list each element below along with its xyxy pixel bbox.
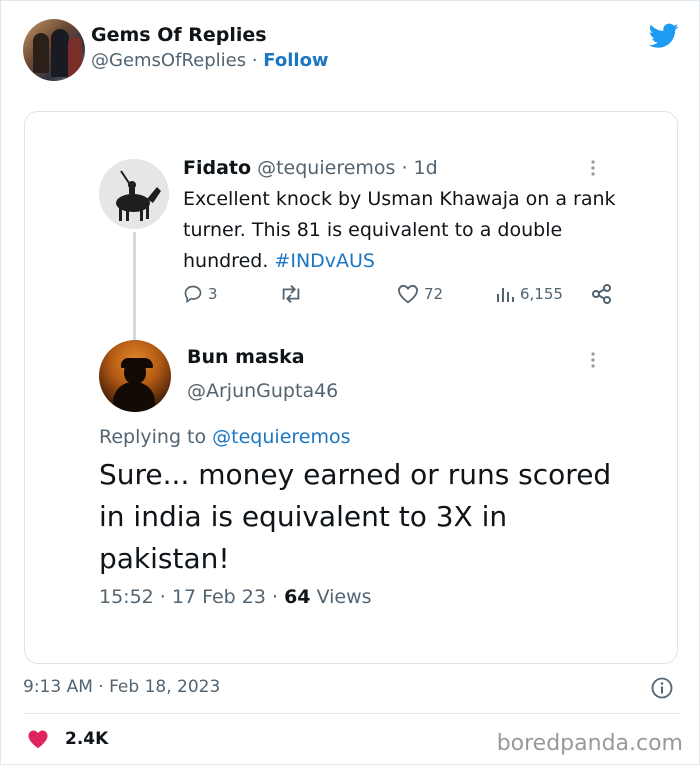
reply-tweet-text: Sure... money earned or runs scored in i… bbox=[99, 458, 612, 575]
share-action[interactable] bbox=[591, 284, 613, 304]
follow-button[interactable]: Follow bbox=[263, 50, 328, 71]
replying-prefix: Replying to bbox=[99, 426, 207, 448]
twitter-bird-icon[interactable] bbox=[649, 23, 679, 49]
reply-author-name[interactable]: Bun maska bbox=[187, 346, 305, 368]
views-action[interactable]: 6,155 bbox=[495, 284, 563, 304]
quoted-author-line: Fidato @tequieremos · 1d bbox=[183, 157, 438, 179]
share-icon bbox=[592, 284, 611, 304]
thread-connector-line bbox=[133, 232, 136, 340]
tweet-actions-bar: 3 72 6,155 bbox=[183, 284, 623, 312]
reply-action[interactable]: 3 bbox=[183, 284, 218, 304]
retweet-action[interactable] bbox=[279, 284, 303, 304]
more-options-icon[interactable] bbox=[585, 349, 601, 371]
heart-icon[interactable] bbox=[27, 729, 49, 749]
like-heart-outline-icon bbox=[397, 284, 419, 304]
hashtag-link[interactable]: #INDvAUS bbox=[274, 250, 375, 272]
info-icon[interactable] bbox=[651, 677, 673, 699]
footer-divider bbox=[23, 713, 679, 714]
embedded-screenshot: Fidato @tequieremos · 1d Excellent knock… bbox=[24, 111, 678, 664]
quoted-avatar[interactable] bbox=[99, 159, 169, 229]
author-name[interactable]: Gems Of Replies bbox=[91, 24, 267, 46]
reply-timestamp[interactable]: 15:52 · 17 Feb 23 · bbox=[99, 586, 278, 608]
like-count-total: 2.4K bbox=[65, 729, 109, 749]
reply-views-count: 64 bbox=[284, 586, 311, 608]
more-options-icon[interactable] bbox=[585, 157, 601, 179]
tweet-header: Gems Of Replies @GemsOfReplies · Follow bbox=[23, 19, 683, 83]
reply-count: 3 bbox=[208, 285, 218, 303]
like-action[interactable]: 72 bbox=[397, 284, 443, 304]
tweet-card: Gems Of Replies @GemsOfReplies · Follow bbox=[0, 0, 700, 765]
quoted-tweet-text: Excellent knock by Usman Khawaja on a ra… bbox=[183, 184, 623, 277]
reply-views-label: Views bbox=[316, 586, 372, 608]
reply-author-handle[interactable]: @ArjunGupta46 bbox=[187, 380, 338, 402]
author-handle-line: @GemsOfReplies · Follow bbox=[91, 50, 329, 71]
author-avatar[interactable] bbox=[23, 19, 85, 81]
quoted-text-body: Excellent knock by Usman Khawaja on a ra… bbox=[183, 188, 616, 272]
replying-mention-link[interactable]: @tequieremos bbox=[212, 426, 350, 448]
reply-icon bbox=[184, 285, 202, 304]
retweet-icon bbox=[282, 285, 300, 303]
like-count: 72 bbox=[424, 285, 444, 303]
views-count: 6,155 bbox=[520, 285, 563, 303]
watermark: boredpanda.com bbox=[496, 731, 683, 756]
separator-dot: · bbox=[251, 50, 258, 71]
views-chart-icon bbox=[497, 288, 514, 302]
quoted-author-name[interactable]: Fidato bbox=[183, 157, 251, 179]
quoted-handle-time[interactable]: @tequieremos · 1d bbox=[257, 157, 438, 179]
reply-meta-line: 15:52 · 17 Feb 23 · 64 Views bbox=[99, 586, 372, 608]
post-timestamp[interactable]: 9:13 AM · Feb 18, 2023 bbox=[23, 677, 220, 697]
replying-to-line: Replying to @tequieremos bbox=[99, 426, 351, 448]
polo-player-image bbox=[99, 159, 169, 229]
reply-author-avatar[interactable] bbox=[99, 340, 171, 412]
author-handle[interactable]: @GemsOfReplies bbox=[91, 50, 246, 71]
